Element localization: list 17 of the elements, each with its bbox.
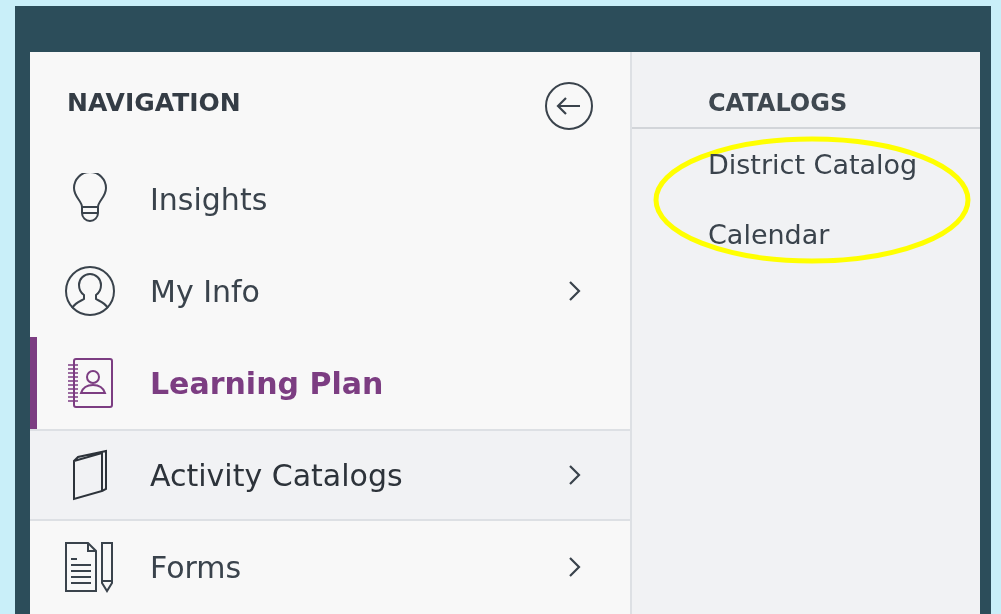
submenu-title: CATALOGS (708, 89, 848, 117)
nav-item[interactable]: Insights (30, 153, 630, 245)
form-icon (64, 541, 116, 593)
nav-item[interactable]: My Info (30, 245, 630, 337)
nav-item[interactable]: Learning Plan (30, 337, 630, 429)
nav-label: Forms (150, 549, 243, 585)
nav-label: My Info (150, 273, 261, 309)
user-icon (64, 265, 116, 317)
submenu-item[interactable]: Calendar (632, 199, 830, 269)
nav-label: Insights (150, 181, 269, 217)
navigation-title: NAVIGATION (67, 88, 241, 117)
nav-item[interactable]: Forms (30, 521, 630, 613)
nav-item[interactable]: Activity Catalogs (30, 429, 630, 521)
nav-label: Learning Plan (150, 365, 385, 401)
collapse-icon[interactable] (544, 80, 594, 131)
submenu-item[interactable]: District Catalog (632, 129, 918, 199)
nav-label: Activity Catalogs (150, 457, 404, 493)
